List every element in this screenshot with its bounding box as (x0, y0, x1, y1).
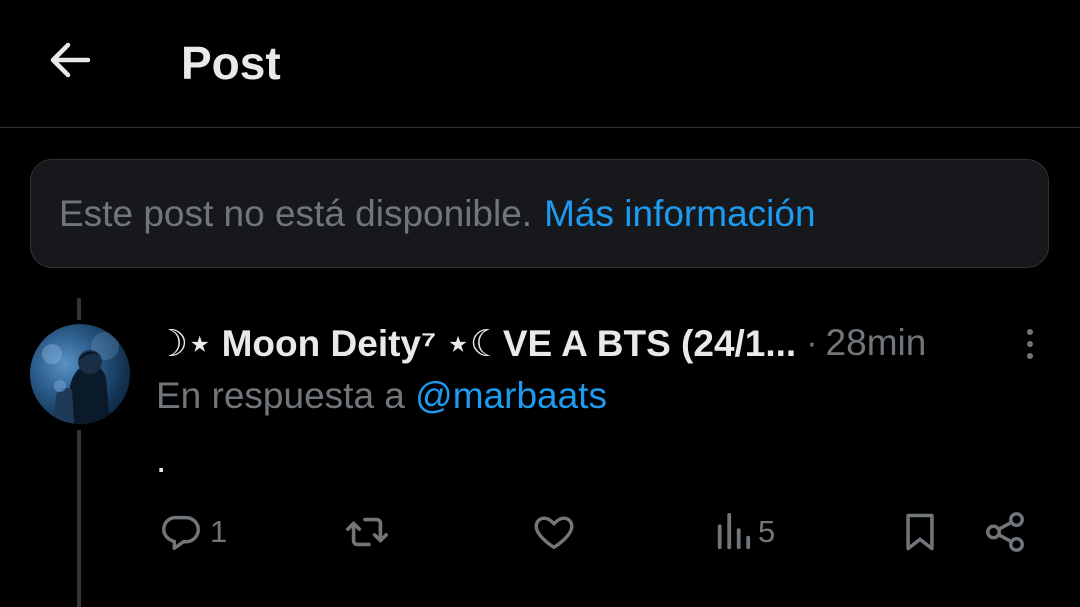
thread-line-top (77, 298, 81, 320)
more-dot (1027, 353, 1033, 359)
bookmark-icon (906, 513, 934, 551)
share-icon (986, 512, 1024, 552)
page-title: Post (181, 37, 281, 89)
timestamp[interactable]: 28min (826, 322, 927, 364)
views-button[interactable]: 5 (714, 508, 775, 556)
more-dots-icon (1027, 329, 1033, 335)
avatar[interactable] (30, 324, 130, 424)
heart-icon (534, 516, 574, 550)
bookmark-button[interactable] (898, 508, 942, 556)
separator-dot: · (806, 323, 818, 362)
reply-count: 1 (210, 514, 228, 549)
notice-text: Este post no está disponible. (59, 192, 533, 234)
more-info-link[interactable]: Más información (544, 193, 815, 235)
reply-context: En respuesta a @marbaats (156, 375, 607, 417)
reply-prefix: En respuesta a (156, 375, 405, 416)
unavailable-post-notice: Este post no está disponible. Más inform… (30, 159, 1049, 268)
tweet-text: . (156, 439, 167, 480)
reply-handle-link[interactable]: @marbaats (415, 375, 607, 416)
avatar-image (42, 332, 119, 424)
tweet-header: ☽⋆ Moon Deity⁷ ⋆☾VE A BTS (24/1... · 28m… (155, 318, 995, 368)
display-name[interactable]: ☽⋆ Moon Deity⁷ ⋆☾VE A BTS (24/1... (155, 322, 796, 365)
views-chart-icon (717, 513, 751, 550)
reply-button[interactable]: 1 (158, 508, 227, 556)
views-count: 5 (758, 514, 776, 549)
more-dot (1027, 341, 1033, 347)
like-button[interactable] (531, 508, 583, 556)
share-button[interactable] (982, 508, 1028, 556)
reply-icon (162, 515, 200, 551)
more-options-button[interactable] (1010, 322, 1050, 366)
thread-line-bottom (77, 430, 81, 607)
back-button[interactable] (40, 30, 100, 90)
arrow-left-icon (50, 42, 91, 78)
retweet-button[interactable] (343, 508, 397, 556)
top-bar: Post (0, 0, 1080, 128)
retweet-icon (346, 517, 388, 547)
